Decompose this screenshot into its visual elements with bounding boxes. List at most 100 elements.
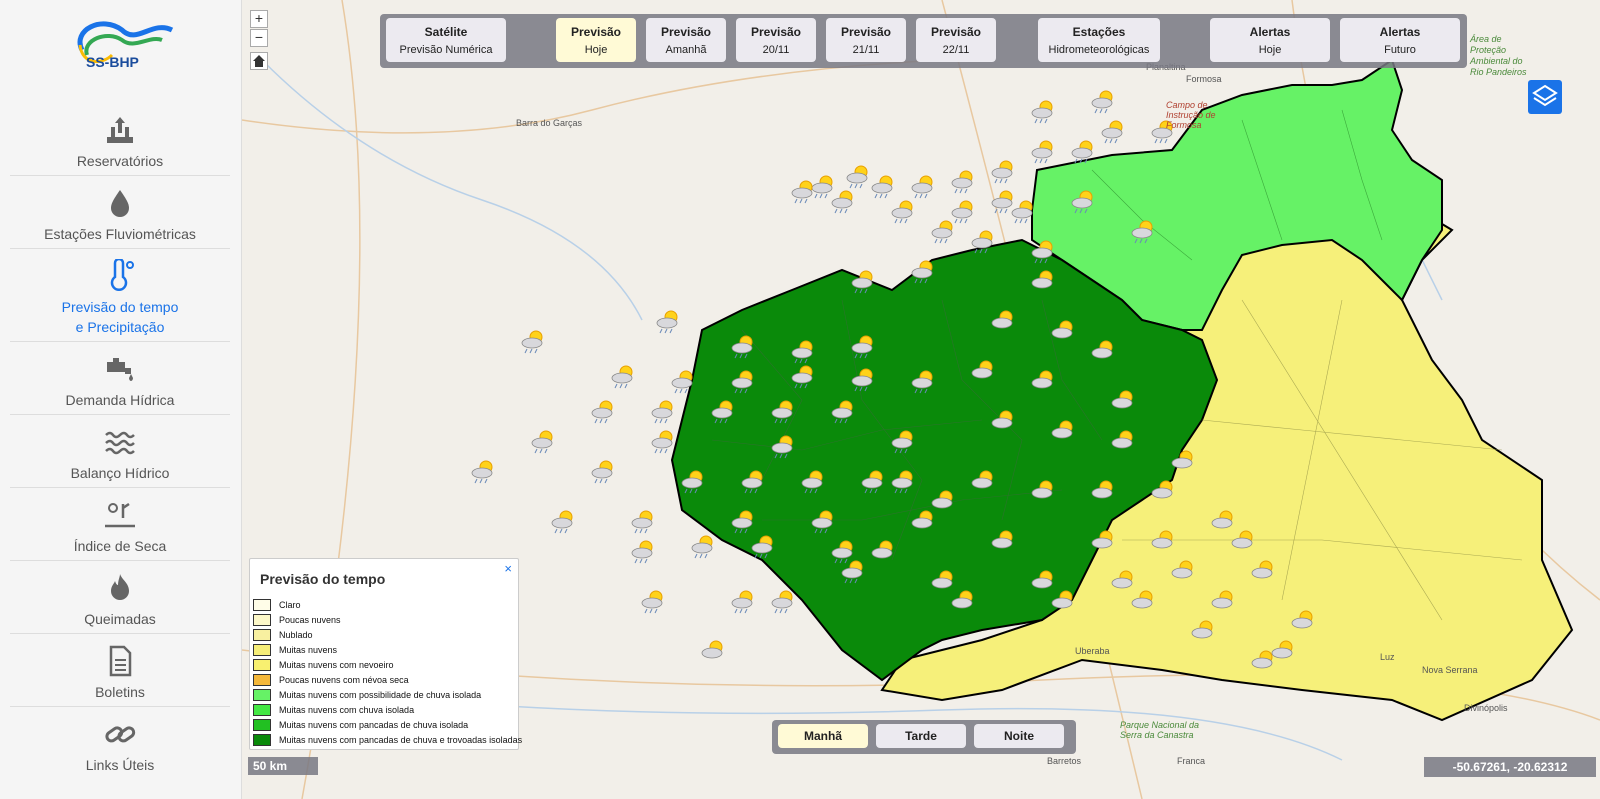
cloud-sun-icon [991, 310, 1013, 329]
cloud-sun-icon [991, 530, 1013, 549]
forecast-21-11-button[interactable]: Previsão 21/11 [826, 18, 906, 62]
rain-cloud-sun-icon [911, 260, 933, 284]
legend-swatch [253, 599, 271, 611]
cloud-sun-icon [1151, 480, 1173, 499]
home-button[interactable] [250, 52, 268, 70]
cloud-sun-icon [1171, 560, 1193, 579]
layers-button[interactable] [1528, 80, 1562, 114]
alerts-today-button[interactable]: Alertas Hoje [1210, 18, 1330, 62]
rain-cloud-sun-icon [991, 190, 1013, 214]
nav-label: Queimadas [84, 611, 156, 627]
legend-swatch [253, 734, 271, 746]
nav-balanco-hidrico[interactable]: Balanço Hídrico [10, 415, 230, 488]
nav-demanda-hidrica[interactable]: Demanda Hídrica [10, 342, 230, 415]
rain-cloud-sun-icon [631, 510, 653, 534]
nav-label: Índice de Seca [73, 538, 167, 554]
rain-cloud-sun-icon [1031, 100, 1053, 124]
zoom-in-button[interactable]: + [250, 10, 268, 28]
rain-cloud-sun-icon [891, 470, 913, 494]
rain-cloud-sun-icon [891, 430, 913, 454]
rain-cloud-sun-icon [841, 560, 863, 584]
satellite-button[interactable]: Satélite Previsão Numérica [386, 18, 506, 62]
cloud-sun-icon [1191, 620, 1213, 639]
legend-label: Muitas nuvens com possibilidade de chuva… [279, 690, 482, 700]
rain-cloud-sun-icon [811, 510, 833, 534]
legend-label: Muitas nuvens com nevoeiro [279, 660, 394, 670]
cloud-sun-icon [1031, 480, 1053, 499]
cloud-sun-icon [951, 590, 973, 609]
rain-cloud-sun-icon [1031, 240, 1053, 264]
rain-cloud-sun-icon [791, 340, 813, 364]
rain-cloud-sun-icon [951, 200, 973, 224]
waves-icon [105, 431, 135, 455]
faucet-icon [107, 358, 133, 381]
cloud-sun-icon [1211, 590, 1233, 609]
cloud-sun-icon [1131, 590, 1153, 609]
place-label: Luz [1380, 652, 1395, 662]
legend-swatch [253, 674, 271, 686]
water-drop-icon [111, 190, 129, 217]
legend-close-button[interactable]: × [504, 561, 512, 576]
place-label: Franca [1177, 756, 1206, 766]
nav-label: Estações Fluviométricas [44, 226, 196, 242]
zoom-out-button[interactable]: − [250, 29, 268, 47]
nav-links-uteis[interactable]: Links Úteis [10, 707, 230, 780]
document-icon [109, 645, 132, 677]
forecast-today-button[interactable]: Previsão Hoje [556, 18, 636, 62]
place-label: Divinópolis [1464, 703, 1508, 713]
period-manha-button[interactable]: Manhã [778, 724, 868, 748]
rain-cloud-sun-icon [711, 400, 733, 424]
legend-swatch [253, 629, 271, 641]
forecast-toolbar: Satélite Previsão Numérica Previsão Hoje P… [380, 14, 1467, 68]
rain-cloud-sun-icon [911, 370, 933, 394]
scale-bar: 50 km [248, 757, 318, 775]
period-noite-button[interactable]: Noite [974, 724, 1064, 748]
rain-cloud-sun-icon [1071, 190, 1093, 214]
rain-cloud-sun-icon [591, 460, 613, 484]
rain-cloud-sun-icon [471, 460, 493, 484]
rain-cloud-sun-icon [831, 540, 853, 564]
cloud-sun-icon [1251, 560, 1273, 579]
cloud-sun-icon [1111, 570, 1133, 589]
link-icon [105, 726, 136, 743]
legend-label: Muitas nuvens com pancadas de chuva isol… [279, 720, 469, 730]
rain-cloud-sun-icon [791, 365, 813, 389]
alerts-future-button[interactable]: Alertas Futuro [1340, 18, 1460, 62]
legend-label: Poucas nuvens com névoa seca [279, 675, 409, 685]
cloud-sun-icon [1291, 610, 1313, 629]
legend-swatch [253, 719, 271, 731]
cloud-sun-icon [1271, 640, 1293, 659]
nav-boletins[interactable]: Boletins [10, 634, 230, 707]
nav-label: Previsão do tempo [61, 299, 179, 315]
period-tarde-button[interactable]: Tarde [876, 724, 966, 748]
rain-cloud-sun-icon [731, 335, 753, 359]
thermometer-icon [110, 259, 134, 291]
forecast-22-11-button[interactable]: Previsão 22/11 [916, 18, 996, 62]
sidebar: SS-BHP Reservatórios Estações Fluviométr… [0, 0, 242, 799]
layers-icon [1532, 84, 1558, 107]
rain-cloud-sun-icon [851, 335, 873, 359]
place-label: Formosa [1186, 74, 1222, 84]
rain-cloud-sun-icon [741, 470, 763, 494]
logo-text: SS-BHP [86, 54, 139, 70]
stations-button[interactable]: Estações Hidrometeorológicas [1038, 18, 1160, 62]
legend-label: Muitas nuvens [279, 645, 338, 655]
nav-reservatorios[interactable]: Reservatórios [10, 103, 230, 176]
forecast-20-11-button[interactable]: Previsão 20/11 [736, 18, 816, 62]
rain-cloud-sun-icon [531, 430, 553, 454]
nav-previsao-tempo[interactable]: Previsão do tempo e Precipitação [10, 249, 230, 342]
nav-estacoes-fluviometricas[interactable]: Estações Fluviométricas [10, 176, 230, 249]
rain-cloud-sun-icon [656, 310, 678, 334]
rain-cloud-sun-icon [611, 365, 633, 389]
legend-swatch [253, 689, 271, 701]
rain-cloud-sun-icon [811, 175, 833, 199]
rain-cloud-sun-icon [651, 400, 673, 424]
rain-cloud-sun-icon [1091, 90, 1113, 114]
rain-cloud-sun-icon [521, 330, 543, 354]
rain-cloud-sun-icon [771, 435, 793, 459]
nav-queimadas[interactable]: Queimadas [10, 561, 230, 634]
forecast-tomorrow-button[interactable]: Previsão Amanhã [646, 18, 726, 62]
nav-indice-seca[interactable]: Índice de Seca [10, 488, 230, 561]
rain-cloud-sun-icon [591, 400, 613, 424]
rain-cloud-sun-icon [631, 540, 653, 564]
